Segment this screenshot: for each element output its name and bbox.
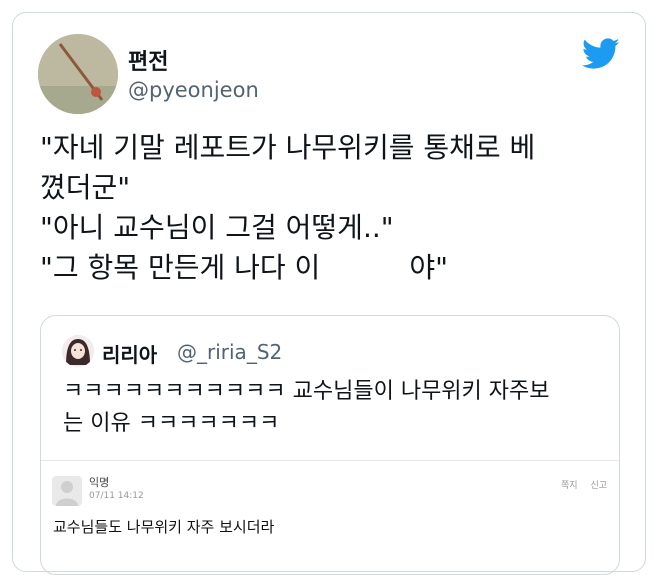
embedded-divider xyxy=(41,460,619,461)
tweet-line: "아니 교수님이 그걸 어떻게.." xyxy=(40,211,394,244)
embedded-post-text: 교수님들도 나무위키 자주 보시더라 xyxy=(53,518,275,536)
report-link[interactable]: 신고 xyxy=(590,481,607,491)
user-avatar[interactable] xyxy=(38,34,118,114)
anonymous-avatar-icon xyxy=(52,476,82,506)
quoted-line: ㅋㅋㅋㅋㅋㅋㅋㅋㅋㅋㅋ 교수님들이 나무위키 자주보 xyxy=(63,379,550,404)
quoted-user-avatar[interactable] xyxy=(62,335,94,367)
quoted-avatar-image xyxy=(62,335,94,367)
embedded-actions: 쪽지 신고 xyxy=(551,478,607,491)
tweet-line: 꼈더군" xyxy=(40,171,131,204)
quoted-text: ㅋㅋㅋㅋㅋㅋㅋㅋㅋㅋㅋ 교수님들이 나무위키 자주보 는 이유 ㅋㅋㅋㅋㅋㅋㅋ xyxy=(63,376,603,440)
quoted-display-name[interactable]: 리리아 xyxy=(102,339,157,368)
display-name[interactable]: 편전 xyxy=(128,44,168,76)
tweet-text: "자네 기말 레포트가 나무위키를 통채로 베 꼈더군" "아니 교수님이 그걸… xyxy=(40,128,630,288)
avatar-image xyxy=(38,34,118,114)
user-handle[interactable]: @pyeonjeon xyxy=(128,78,259,102)
quoted-line: 는 이유 ㅋㅋㅋㅋㅋㅋㅋ xyxy=(63,411,280,436)
person-silhouette-icon xyxy=(56,481,78,506)
message-link[interactable]: 쪽지 xyxy=(561,481,578,491)
twitter-bird-icon[interactable] xyxy=(582,38,620,70)
embedded-author: 익명 xyxy=(89,476,110,489)
quoted-tweet[interactable]: 리리아 @_riria_S2 ㅋㅋㅋㅋㅋㅋㅋㅋㅋㅋㅋ 교수님들이 나무위키 자주… xyxy=(40,315,620,575)
tweet-line: "그 항목 만든게 나다 이 야" xyxy=(40,251,448,284)
quoted-user-handle[interactable]: @_riria_S2 xyxy=(177,340,282,364)
tweet-line: "자네 기말 레포트가 나무위키를 통채로 베 xyxy=(40,131,536,164)
embedded-date: 07/11 14:12 xyxy=(89,491,144,501)
